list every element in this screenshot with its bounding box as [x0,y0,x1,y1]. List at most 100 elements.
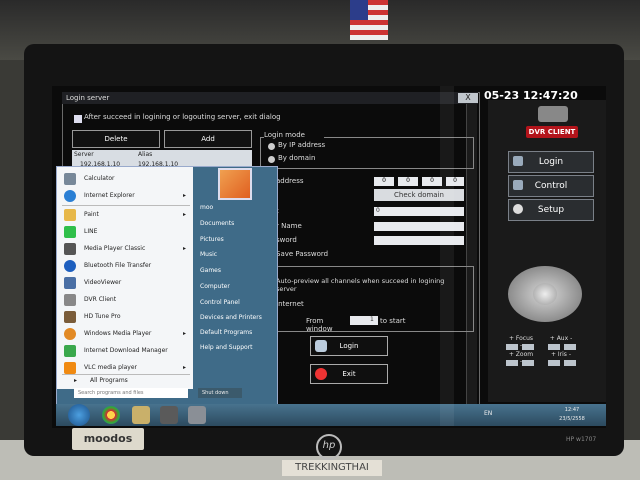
idm-icon [64,345,76,357]
program-paint[interactable]: Paint ▸ [64,207,190,223]
start-button-icon[interactable] [68,404,90,426]
ip-octet-3[interactable]: 0 [422,177,442,186]
user-avatar[interactable] [218,168,252,200]
ptz-aux-label: + Aux - [549,335,573,342]
chrome-icon[interactable] [102,406,120,424]
program-label: Internet Download Manager [84,347,168,354]
all-programs[interactable]: ▸ All Programs [64,373,190,389]
program-dvr-client[interactable]: DVR Client [64,292,190,308]
shutdown-button[interactable]: Shut down [198,388,242,398]
ptz-zoom-minus[interactable] [522,360,534,366]
dvr-login-label: Login [538,157,564,167]
program-videoviewer[interactable]: VideoViewer [64,275,190,291]
ptz-aux-plus[interactable] [548,344,560,350]
program-label: Calculator [84,175,115,182]
login-button-icon [315,340,327,352]
login-icon [513,156,523,166]
dvr-setup-button[interactable]: Setup [508,199,594,221]
start-default-programs[interactable]: Default Programs [200,326,272,340]
ip-octet-1[interactable]: 0 [374,177,394,186]
login-mode-title: Login mode [264,131,324,141]
ptz-center-button[interactable] [533,283,557,305]
all-programs-label: All Programs [90,377,128,384]
dvr-setup-label: Setup [537,205,565,215]
program-internet-explorer[interactable]: Internet Explorer ▸ [64,188,190,204]
start-computer[interactable]: Computer [200,280,272,294]
exit-icon [315,368,327,380]
delete-label: Delete [104,135,128,143]
by-ip-radio[interactable] [268,143,275,150]
auto-exit-label: After succeed in logining or logouting s… [84,113,281,121]
start-search-input[interactable]: Search programs and files [74,388,188,398]
login-button[interactable]: Login [310,336,388,356]
submenu-arrow-icon: ▸ [182,211,186,218]
start-control-panel[interactable]: Control Panel [200,296,272,310]
taskbar-time: 12:47 [564,407,580,413]
program-label: HD Tune Pro [84,313,121,320]
dialog-close-button[interactable]: X [458,93,478,103]
stand-label: TREKKINGTHAI [282,460,382,476]
add-label: Add [201,135,215,143]
by-domain-label: By domain [278,154,316,162]
program-hd-tune-pro[interactable]: HD Tune Pro [64,309,190,325]
media-player-icon[interactable] [160,406,178,424]
language-indicator[interactable]: EN [484,410,496,420]
save-password-label[interactable]: Save Password [276,250,356,260]
start-music[interactable]: Music [200,248,272,262]
ptz-focus-minus[interactable] [522,344,534,350]
list-header-server: Server [74,151,94,158]
program-bluetooth-file-transfer[interactable]: Bluetooth File Transfer [64,258,190,274]
from-window-spinner[interactable]: 1 [350,316,378,325]
hd-tune-icon [64,311,76,323]
line-icon [64,226,76,238]
program-internet-download-manager[interactable]: Internet Download Manager [64,343,190,359]
taskbar-clock[interactable]: 12:47 23/5/2558 [550,406,594,424]
port-label: t [276,207,296,217]
monitor-model: HP w1707 [566,436,597,443]
internet-explorer-icon [64,190,76,202]
media-player-classic-icon [64,243,76,255]
start-games[interactable]: Games [200,264,272,278]
dialog-title: Login server [62,92,478,104]
auto-preview-label[interactable]: Auto-preview all channels when succeed i… [276,277,466,293]
start-documents[interactable]: Documents [200,217,272,231]
control-icon [513,180,523,190]
from-window-value: 1 [370,316,374,323]
dvr-control-button[interactable]: Control [508,175,594,197]
delete-server-button[interactable]: Delete [72,130,160,148]
program-media-player-classic[interactable]: Media Player Classic ▸ [64,241,190,257]
menu-separator [62,205,190,206]
start-help-support[interactable]: Help and Support [200,341,272,355]
ptz-zoom-plus[interactable] [506,360,518,366]
to-start-label: to start [380,317,406,325]
dvr-clock: 05-23 12:47:20 [484,89,578,102]
ptz-aux-minus[interactable] [564,344,576,350]
flag-canton [350,0,368,20]
program-label: LINE [84,228,98,235]
by-domain-radio[interactable] [268,156,275,163]
program-calculator[interactable]: Calculator [64,171,190,187]
program-windows-media-player[interactable]: Windows Media Player ▸ [64,326,190,342]
exit-button[interactable]: Exit [310,364,388,384]
start-devices-printers[interactable]: Devices and Printers [200,311,272,325]
from-window-label: From window [306,317,333,333]
ip-octet-2[interactable]: 0 [398,177,418,186]
ptz-iris-minus[interactable] [564,360,576,366]
start-user-name[interactable]: moo [200,201,272,215]
dvr-login-button[interactable]: Login [508,151,594,173]
program-label: Paint [84,211,99,218]
start-pictures[interactable]: Pictures [200,233,272,247]
add-server-button[interactable]: Add [164,130,252,148]
ptz-zoom-label: + Zoom - [508,351,534,365]
auto-exit-checkbox[interactable] [74,115,82,123]
folder-icon[interactable] [132,406,150,424]
ptz-focus-plus[interactable] [506,344,518,350]
user-name-label: r Name [276,222,302,230]
program-line[interactable]: LINE [64,224,190,240]
by-ip-label: By IP address [278,141,326,149]
calculator-icon [64,173,76,185]
program-label: VideoViewer [84,279,122,286]
dvr-client-taskbar-icon[interactable] [188,406,206,424]
ptz-iris-plus[interactable] [548,360,560,366]
dvr-side-panel [488,100,606,402]
